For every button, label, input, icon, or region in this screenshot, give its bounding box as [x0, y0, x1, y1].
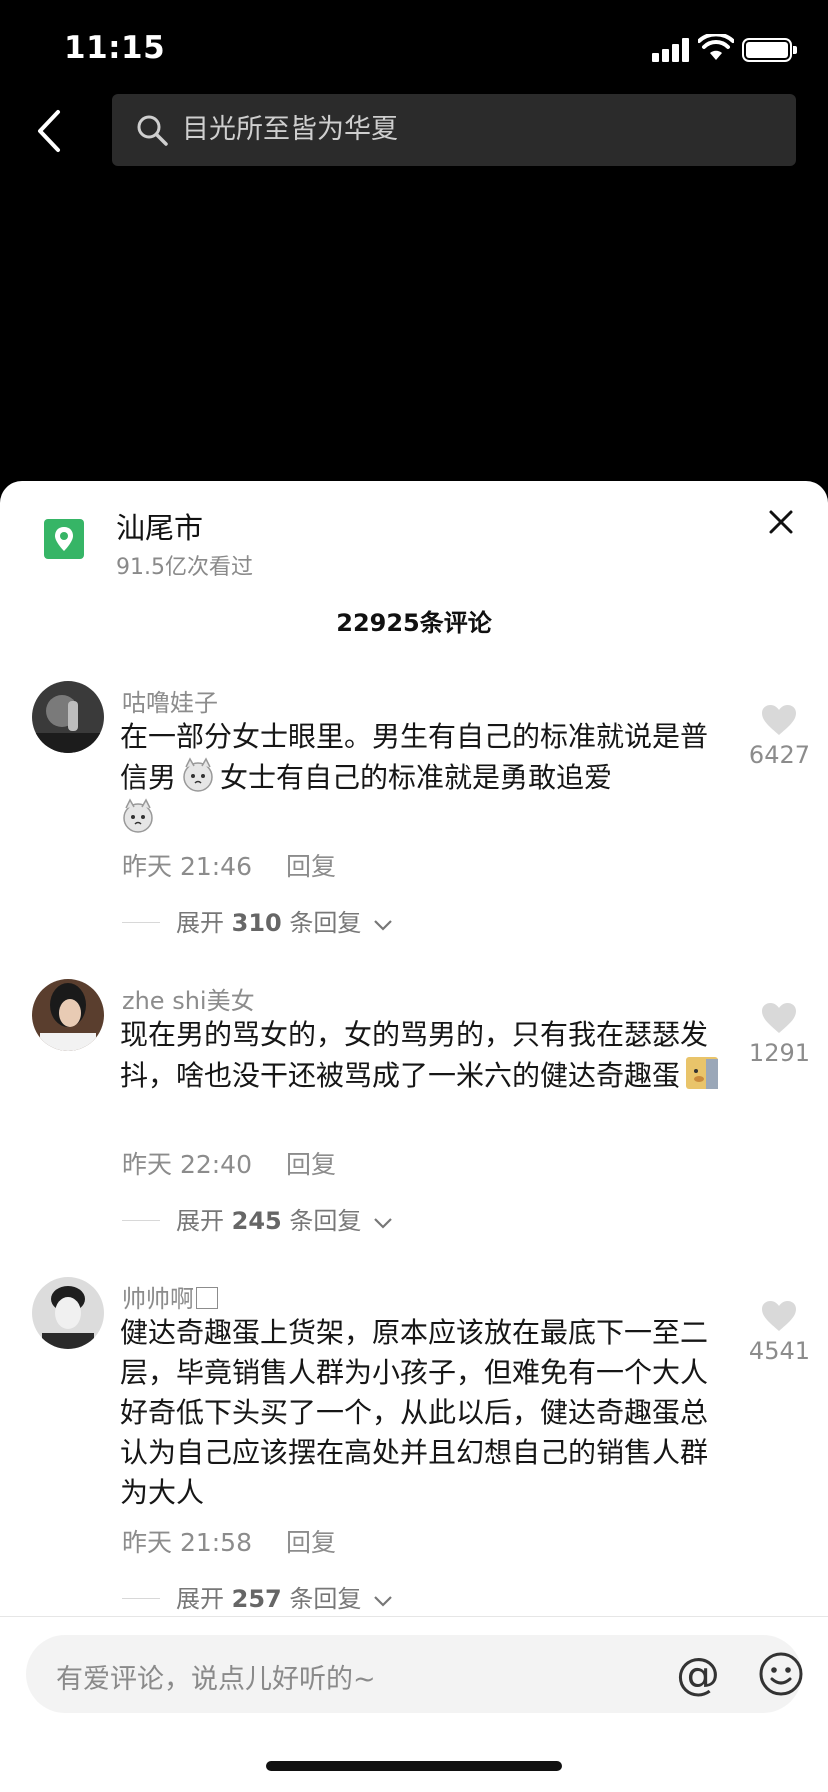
reply-count: 310 [231, 909, 282, 937]
location-title[interactable]: 汕尾市 [116, 505, 203, 547]
signal-icon [652, 38, 692, 62]
comment-input[interactable]: 有爱评论，说点儿好听的~ @ [26, 1635, 804, 1713]
comment-input-bar: 有爱评论，说点儿好听的~ @ [0, 1616, 828, 1792]
status-bar: 11:15 [0, 0, 828, 96]
comment-time: 昨天 22:40 [122, 1150, 252, 1179]
badge-box-icon [196, 1287, 218, 1309]
close-icon[interactable] [766, 507, 796, 537]
search-bar[interactable]: 目光所至皆为华夏 [112, 94, 796, 166]
comment-meta: 昨天 21:58 回复 [122, 1523, 336, 1559]
smiley-icon[interactable] [758, 1651, 804, 1697]
location-pin-icon[interactable] [44, 519, 84, 559]
reply-button[interactable]: 回复 [286, 852, 336, 881]
comment-username[interactable]: 帅帅啊 [122, 1279, 218, 1314]
avatar[interactable] [32, 681, 104, 753]
chevron-down-icon [374, 1218, 392, 1229]
comment-meta: 昨天 22:40 回复 [122, 1145, 336, 1181]
comment-text-part: 女士有自己的标准就是勇敢追爱 [220, 761, 613, 794]
like-count: 1291 [748, 1039, 810, 1067]
comment-item: 咕噜娃子 在一部分女士眼里。男生有自己的标准就说是普信男 女士有自己的标准就是勇敢… [0, 681, 828, 951]
cat-emoji-icon [123, 798, 153, 833]
heart-icon[interactable] [760, 1001, 798, 1035]
like-count: 4541 [748, 1337, 810, 1365]
chevron-down-icon [374, 1596, 392, 1607]
status-time: 11:15 [64, 30, 166, 66]
reply-count: 257 [231, 1585, 282, 1613]
comment-time: 昨天 21:58 [122, 1528, 252, 1557]
battery-icon [742, 38, 797, 62]
reply-button[interactable]: 回复 [286, 1150, 336, 1179]
search-icon [137, 115, 168, 146]
comment-input-placeholder: 有爱评论，说点儿好听的~ [56, 1664, 376, 1695]
comment-item: zhe shi美女 现在男的骂女的，女的骂男的，只有我在瑟瑟发抖，啥也没干还被骂… [0, 979, 828, 1249]
expand-replies-button[interactable]: 展开 245 条回复 [122, 1201, 393, 1236]
comment-username[interactable]: zhe shi美女 [122, 981, 255, 1016]
back-arrow-icon[interactable] [30, 106, 70, 156]
cat-emoji-icon [183, 757, 213, 792]
heart-icon[interactable] [760, 1299, 798, 1333]
wifi-icon [698, 34, 734, 60]
comment-text-part: 现在男的骂女的，女的骂男的，只有我在瑟瑟发抖，啥也没干还被骂成了一米六的健达奇趣… [120, 1018, 709, 1092]
like-count: 6427 [748, 741, 810, 769]
comment-time: 昨天 21:46 [122, 852, 252, 881]
heart-icon[interactable] [760, 703, 798, 737]
expand-replies-button[interactable]: 展开 310 条回复 [122, 903, 393, 938]
location-views: 91.5亿次看过 [116, 555, 253, 580]
doge-emoji-icon [686, 1057, 719, 1089]
avatar[interactable] [32, 1277, 104, 1349]
reply-button[interactable]: 回复 [286, 1528, 336, 1557]
comment-meta: 昨天 21:46 回复 [122, 847, 336, 883]
expand-replies-button[interactable]: 展开 257 条回复 [122, 1579, 393, 1614]
comment-sheet: 汕尾市 91.5亿次看过 22925条评论 咕噜娃子 在一部分女士眼里。男生有自… [0, 481, 828, 1792]
comment-text: 在一部分女士眼里。男生有自己的标准就说是普信男 女士有自己的标准就是勇敢追爱 [120, 717, 730, 839]
comment-item: 帅帅啊 健达奇趣蛋上货架，原本应该放在最底下一至二层，毕竟销售人群为小孩子，但难… [0, 1277, 828, 1617]
comment-count: 22925条评论 [336, 609, 492, 637]
home-indicator[interactable] [266, 1761, 562, 1771]
avatar[interactable] [32, 979, 104, 1051]
search-query: 目光所至皆为华夏 [182, 114, 398, 145]
chevron-down-icon [374, 920, 392, 931]
comment-text: 现在男的骂女的，女的骂男的，只有我在瑟瑟发抖，啥也没干还被骂成了一米六的健达奇趣… [120, 1015, 730, 1096]
comment-username[interactable]: 咕噜娃子 [122, 683, 218, 718]
mention-button[interactable]: @ [676, 1649, 720, 1700]
comment-text: 健达奇趣蛋上货架，原本应该放在最底下一至二层，毕竟销售人群为小孩子，但难免有一个… [120, 1316, 709, 1509]
reply-count: 245 [231, 1207, 282, 1235]
